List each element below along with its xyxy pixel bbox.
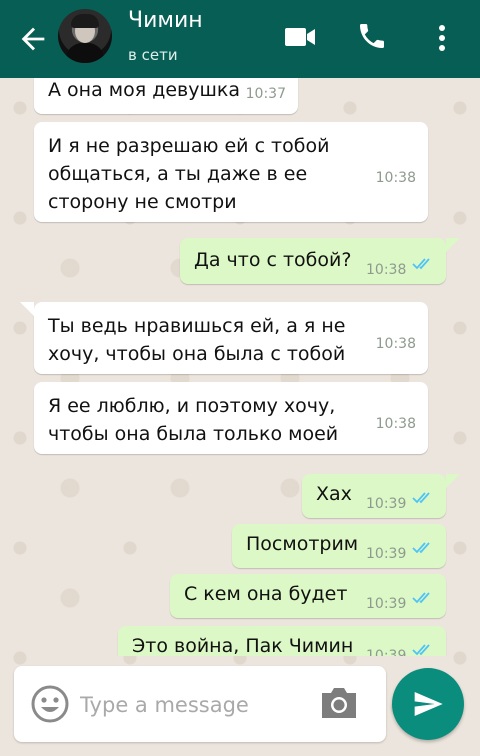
bubble-tail (446, 238, 460, 252)
phone-icon[interactable] (356, 20, 388, 52)
message-time: 10:38 (366, 262, 407, 278)
read-ticks-icon (412, 258, 430, 270)
message-input[interactable] (80, 686, 300, 724)
contact-status: в сети (128, 46, 178, 64)
message-time: 10:38 (375, 170, 416, 186)
send-icon (414, 692, 443, 716)
message-incoming[interactable]: А она моя девушка 10:37 (34, 78, 298, 114)
message-time: 10:39 (366, 546, 407, 562)
message-time: 10:39 (366, 648, 407, 656)
message-incoming[interactable]: И я не разрешаю ей с тобой общаться, а т… (34, 122, 428, 222)
message-outgoing[interactable]: С кем она будет 10:39 (170, 574, 446, 618)
chat-header: Чимин в сети (0, 0, 480, 78)
send-button[interactable] (392, 668, 464, 740)
camera-icon[interactable] (318, 684, 360, 722)
message-outgoing[interactable]: Посмотрим 10:39 (232, 524, 446, 568)
read-ticks-icon (412, 592, 430, 604)
message-incoming[interactable]: Ты ведь нравишься ей, а я не хочу, чтобы… (34, 302, 428, 374)
message-time: 10:39 (366, 496, 407, 512)
more-options-icon[interactable] (432, 22, 452, 54)
emoji-icon[interactable] (30, 684, 70, 724)
message-outgoing[interactable]: Да что с тобой? 10:38 (180, 238, 446, 284)
message-outgoing[interactable]: Это война, Пак Чимин 10:39 (118, 626, 446, 656)
message-time: 10:38 (375, 416, 416, 432)
message-time: 10:37 (245, 86, 286, 102)
video-call-icon[interactable] (284, 24, 316, 50)
avatar[interactable] (58, 9, 112, 63)
message-text: Ты ведь нравишься ей, а я не хочу, чтобы… (48, 315, 346, 365)
back-arrow-icon[interactable] (16, 22, 50, 56)
message-incoming[interactable]: Я ее люблю, и поэтому хочу, чтобы она бы… (34, 382, 428, 454)
message-text: И я не разрешаю ей с тобой общаться, а т… (48, 135, 330, 213)
read-ticks-icon (412, 542, 430, 554)
message-time: 10:39 (366, 596, 407, 612)
read-ticks-icon (412, 644, 430, 656)
message-text: Я ее люблю, и поэтому хочу, чтобы она бы… (48, 395, 339, 445)
contact-name[interactable]: Чимин (128, 8, 203, 33)
message-time: 10:38 (375, 336, 416, 352)
message-list[interactable]: А она моя девушка 10:37 И я не разрешаю … (0, 78, 480, 656)
bubble-tail (446, 474, 460, 488)
message-outgoing[interactable]: Хах 10:39 (302, 474, 446, 518)
read-ticks-icon (412, 492, 430, 504)
bubble-tail (20, 302, 34, 316)
